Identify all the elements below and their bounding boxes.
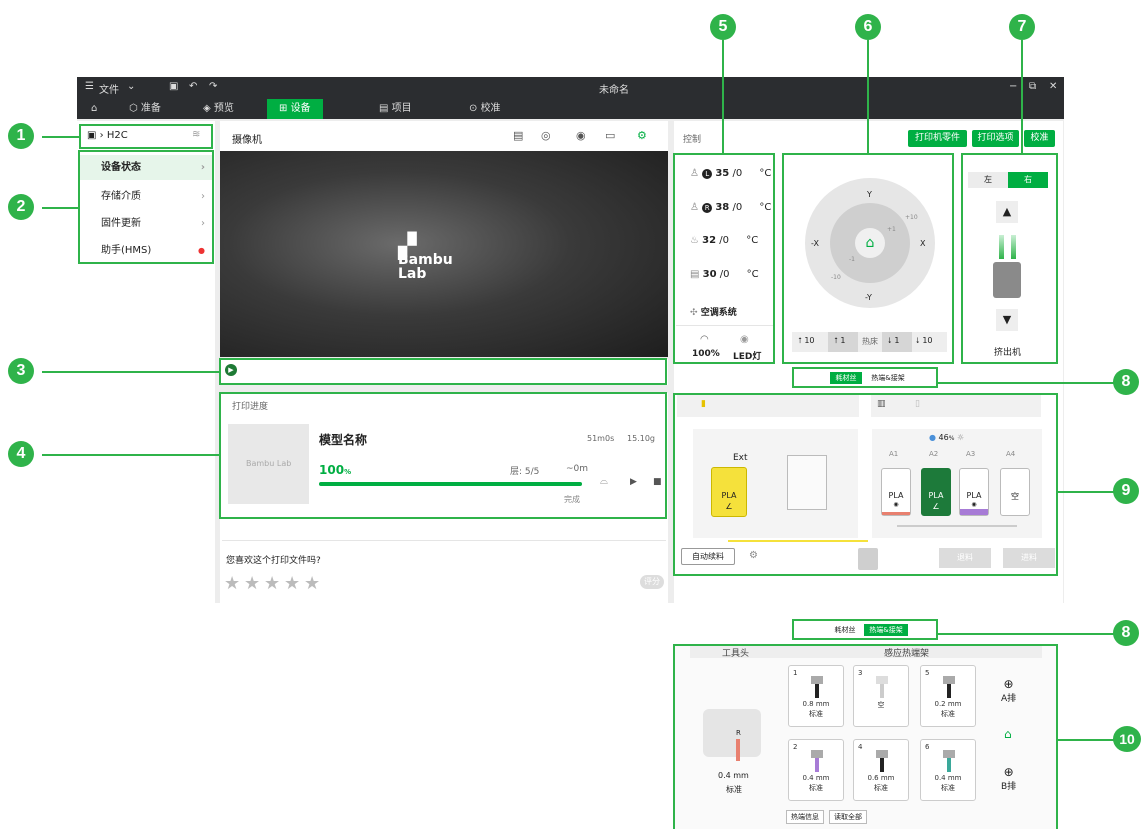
highlight-box-8 bbox=[792, 367, 938, 388]
camera-title: 摄像机 bbox=[232, 135, 262, 146]
callout-badge: 10 bbox=[1113, 726, 1141, 752]
bambu-logo-icon: ▞ bbox=[398, 232, 417, 260]
leader-line bbox=[722, 40, 724, 153]
layers-icon: ◈ bbox=[203, 103, 214, 114]
minimize-icon[interactable]: − bbox=[1009, 81, 1017, 92]
tab-label: 校准 bbox=[480, 103, 501, 114]
highlight-box-6 bbox=[782, 153, 954, 364]
device-icon: ⊞ bbox=[279, 103, 291, 114]
leader-line bbox=[42, 454, 219, 456]
callout-badge: 3 bbox=[8, 358, 34, 384]
bambu-logo: ▞ Bambu Lab bbox=[398, 232, 453, 282]
callout-badge: 7 bbox=[1009, 14, 1035, 40]
divider bbox=[222, 540, 666, 541]
rating-question: 您喜欢这个打印文件吗? bbox=[226, 556, 321, 566]
leader-line bbox=[938, 633, 1114, 635]
tab-label: 准备 bbox=[140, 103, 161, 114]
callout-badge: 2 bbox=[8, 194, 34, 220]
camera-header bbox=[220, 121, 668, 151]
restore-icon[interactable]: ⧉ bbox=[1029, 81, 1036, 92]
window-title: 未命名 bbox=[599, 85, 629, 96]
chevron-down-icon[interactable]: ⌄ bbox=[127, 81, 135, 92]
tab-label: 预览 bbox=[213, 103, 234, 114]
leader-line bbox=[42, 136, 79, 138]
tab-label: 项目 bbox=[391, 103, 412, 114]
star-icon[interactable]: ★ bbox=[244, 573, 260, 594]
highlight-box-9 bbox=[673, 393, 1058, 576]
callout-badge: 1 bbox=[8, 123, 34, 149]
star-icon[interactable]: ★ bbox=[264, 573, 280, 594]
leader-line bbox=[867, 40, 869, 153]
calibrate-icon: ⊙ bbox=[469, 103, 481, 114]
callout-badge: 6 bbox=[855, 14, 881, 40]
tab-device[interactable]: ⊞ 设备 bbox=[267, 99, 323, 119]
sd-card-icon[interactable]: ▤ bbox=[513, 129, 523, 142]
highlight-box-5 bbox=[673, 153, 775, 364]
highlight-box-8b bbox=[792, 619, 938, 640]
redo-icon[interactable]: ↷ bbox=[209, 81, 217, 92]
callout-badge: 8 bbox=[1113, 620, 1139, 646]
nav-bar: ⌂ ⬡ 准备 ◈ 预览 ⊞ 设备 ▤ 项目 ⊙ 校准 bbox=[77, 99, 1064, 119]
video-icon[interactable]: ▭ bbox=[605, 129, 615, 142]
callout-badge: 8 bbox=[1113, 369, 1139, 395]
highlight-box-1 bbox=[79, 124, 213, 149]
tab-prepare[interactable]: ⬡ 准备 bbox=[117, 99, 173, 119]
calibrate-button[interactable]: 校准 bbox=[1024, 130, 1055, 147]
leader-line bbox=[42, 371, 219, 373]
callout-badge: 9 bbox=[1113, 478, 1139, 504]
undo-icon[interactable]: ↶ bbox=[189, 81, 197, 92]
callout-badge: 5 bbox=[710, 14, 736, 40]
title-bar: ☰ 文件 ⌄ ▣ ↶ ↷ 未命名 − ⧉ ✕ bbox=[77, 77, 1064, 99]
tab-project[interactable]: ▤ 项目 bbox=[367, 99, 424, 119]
tab-calibrate[interactable]: ⊙ 校准 bbox=[457, 99, 513, 119]
callout-badge: 4 bbox=[8, 441, 34, 467]
control-title: 控制 bbox=[683, 135, 702, 145]
project-icon: ▤ bbox=[379, 103, 392, 114]
highlight-box-10 bbox=[673, 644, 1058, 829]
highlight-box-3 bbox=[219, 358, 667, 385]
star-icon[interactable]: ★ bbox=[304, 573, 320, 594]
star-icon[interactable]: ★ bbox=[284, 573, 300, 594]
leader-line bbox=[1058, 739, 1114, 741]
camera-feed[interactable]: ▞ Bambu Lab bbox=[220, 151, 668, 357]
tab-label: 设备 bbox=[290, 103, 311, 114]
leader-line bbox=[42, 207, 78, 209]
close-icon[interactable]: ✕ bbox=[1049, 81, 1057, 92]
cube-icon: ⬡ bbox=[129, 103, 141, 114]
star-icon[interactable]: ★ bbox=[224, 573, 240, 594]
highlight-box-2 bbox=[78, 150, 214, 264]
save-icon[interactable]: ▣ bbox=[169, 81, 178, 92]
tab-preview[interactable]: ◈ 预览 bbox=[191, 99, 246, 119]
highlight-box-4 bbox=[219, 392, 667, 519]
home-icon[interactable]: ⌂ bbox=[79, 99, 109, 119]
leader-line bbox=[938, 382, 1114, 384]
leader-line bbox=[1058, 491, 1114, 493]
print-options-button[interactable]: 打印选项 bbox=[972, 130, 1019, 147]
rate-button[interactable]: 评分 bbox=[640, 575, 664, 589]
logo-text: Lab bbox=[398, 266, 427, 282]
highlight-box-7 bbox=[961, 153, 1058, 364]
file-menu[interactable]: 文件 bbox=[99, 81, 119, 96]
webcam-icon[interactable]: ◉ bbox=[576, 129, 586, 142]
printer-parts-button[interactable]: 打印机零件 bbox=[908, 130, 967, 147]
timelapse-icon[interactable]: ◎ bbox=[541, 129, 551, 142]
menu-icon[interactable]: ☰ bbox=[85, 81, 94, 92]
settings-icon[interactable]: ⚙ bbox=[637, 129, 647, 142]
leader-line bbox=[1021, 40, 1023, 153]
